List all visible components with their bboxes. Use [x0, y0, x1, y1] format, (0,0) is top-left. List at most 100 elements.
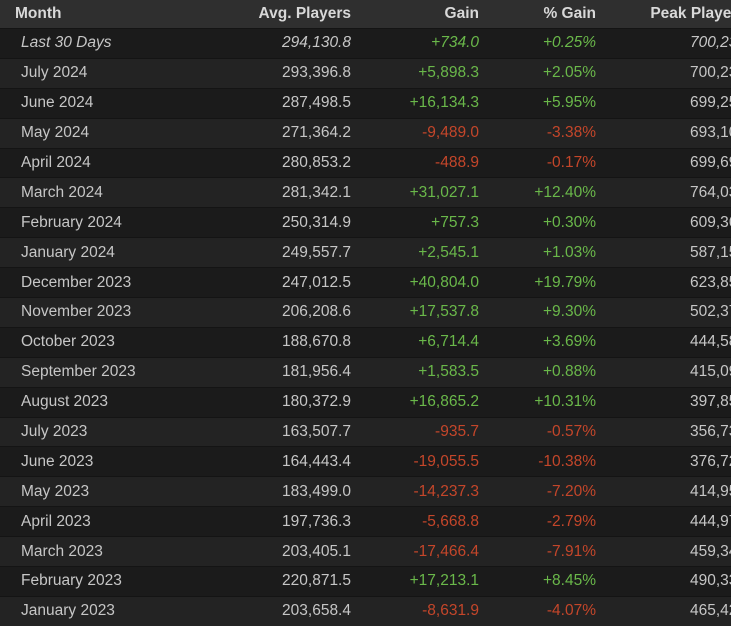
- table-row: January 2023 203,658.4 -8,631.9 -4.07% 465,4…: [0, 595, 731, 626]
- cell-peak-players: 700,235: [596, 57, 731, 89]
- cell-pct-gain: -3.38%: [479, 117, 596, 149]
- cell-month: June 2023: [0, 446, 205, 477]
- cell-avg-players: 287,498.5: [205, 87, 351, 119]
- cell-month: February 2023: [0, 566, 205, 597]
- cell-avg-players: 293,396.8: [205, 57, 351, 89]
- header-gain[interactable]: Gain: [351, 0, 479, 29]
- cell-peak-players: 587,152: [596, 237, 731, 268]
- cell-month: March 2023: [0, 536, 205, 567]
- cell-month: January 2024: [0, 237, 205, 268]
- cell-peak-players: 415,099: [596, 356, 731, 388]
- cell-month: February 2024: [0, 207, 205, 238]
- header-peak-players[interactable]: Peak Players: [596, 0, 731, 29]
- cell-peak-players: 623,852: [596, 267, 731, 298]
- cell-pct-gain: -7.20%: [479, 476, 596, 507]
- table-row: April 2024280,853.2-488.9-0.17%699,697: [0, 147, 731, 178]
- cell-gain: +6,714.4: [351, 326, 479, 358]
- cell-avg-players: 188,670.8: [205, 326, 351, 358]
- cell-avg-players: 280,853.2: [205, 147, 351, 178]
- cell-gain: +17,213.1: [351, 566, 479, 597]
- cell-gain: -9,489.0: [351, 117, 479, 149]
- cell-pct-gain: +8.45%: [479, 566, 596, 597]
- cell-pct-gain: +10.31%: [479, 386, 596, 418]
- cell-pct-gain: +3.69%: [479, 326, 596, 358]
- cell-gain: -5,668.8: [351, 506, 479, 537]
- cell-pct-gain: -4.07%: [479, 595, 596, 626]
- cell-pct-gain: +0.88%: [479, 356, 596, 388]
- cell-avg-players: 203,658.4: [205, 595, 351, 626]
- cell-month: Last 30 Days: [0, 28, 205, 59]
- cell-avg-players: 163,507.7: [205, 416, 351, 447]
- header-pct-gain[interactable]: % Gain: [479, 0, 596, 29]
- cell-gain: +2,545.1: [351, 237, 479, 268]
- cell-peak-players: 444,585: [596, 326, 731, 358]
- cell-month: July 2023: [0, 416, 205, 447]
- cell-avg-players: 203,405.1: [205, 536, 351, 567]
- cell-month: April 2024: [0, 147, 205, 178]
- table-row: June 2023164,443.4-19,055.5-10.38%376,72…: [0, 446, 731, 477]
- table-row: October 2023 188,670.8 +6,714.4 +3.69% 444,5…: [0, 326, 731, 358]
- cell-pct-gain: -0.17%: [479, 147, 596, 178]
- table-row: August 2023 180,372.9 +16,865.2 +10.31% 397,…: [0, 386, 731, 418]
- cell-pct-gain: +12.40%: [479, 177, 596, 208]
- table-row: March 2024 281,342.1 +31,027.1 +12.40% 764,0…: [0, 177, 731, 208]
- cell-peak-players: 699,697: [596, 147, 731, 178]
- cell-avg-players: 271,364.2: [205, 117, 351, 149]
- cell-peak-players: 444,973: [596, 506, 731, 537]
- cell-gain: +40,804.0: [351, 267, 479, 298]
- cell-avg-players: 183,499.0: [205, 476, 351, 507]
- cell-month: May 2023: [0, 476, 205, 507]
- cell-avg-players: 281,342.1: [205, 177, 351, 208]
- cell-peak-players: 502,374: [596, 297, 731, 328]
- cell-gain: -19,055.5: [351, 446, 479, 477]
- cell-peak-players: 465,423: [596, 595, 731, 626]
- cell-pct-gain: +2.05%: [479, 57, 596, 89]
- header-row: Month Avg. Players Gain % Gain Peak Play…: [0, 0, 731, 29]
- table-row: September 2023 181,956.4 +1,583.5 +0.88% 415…: [0, 356, 731, 388]
- cell-gain: +16,865.2: [351, 386, 479, 418]
- cell-gain: -8,631.9: [351, 595, 479, 626]
- player-stats-table: Month Avg. Players Gain % Gain Peak Play…: [0, 0, 731, 626]
- cell-gain: -17,466.4: [351, 536, 479, 567]
- cell-avg-players: 206,208.6: [205, 297, 351, 328]
- cell-month: November 2023: [0, 297, 205, 328]
- cell-peak-players: 356,738: [596, 416, 731, 447]
- cell-avg-players: 247,012.5: [205, 267, 351, 298]
- cell-month: January 2023: [0, 595, 205, 626]
- table-header: Month Avg. Players Gain % Gain Peak Play…: [0, 0, 731, 29]
- cell-peak-players: 764,034: [596, 177, 731, 208]
- cell-pct-gain: +0.25%: [479, 28, 596, 59]
- cell-avg-players: 180,372.9: [205, 386, 351, 418]
- cell-pct-gain: +9.30%: [479, 297, 596, 328]
- cell-month: October 2023: [0, 326, 205, 358]
- cell-month: December 2023: [0, 267, 205, 298]
- cell-gain: +5,898.3: [351, 57, 479, 89]
- header-avg-players[interactable]: Avg. Players: [205, 0, 351, 29]
- table-row: July 2024293,396.8+5,898.3+2.05%700,235: [0, 57, 731, 89]
- cell-pct-gain: +5.95%: [479, 87, 596, 119]
- cell-avg-players: 249,557.7: [205, 237, 351, 268]
- table-row: February 2023 220,871.5 +17,213.1 +8.45% 490…: [0, 566, 731, 597]
- cell-pct-gain: -2.79%: [479, 506, 596, 537]
- header-month[interactable]: Month: [0, 0, 205, 29]
- cell-month: May 2024: [0, 117, 205, 149]
- cell-avg-players: 220,871.5: [205, 566, 351, 597]
- cell-month: June 2024: [0, 87, 205, 119]
- table-row: December 2023 247,012.5 +40,804.0 +19.79% 62…: [0, 267, 731, 298]
- cell-peak-players: 693,105: [596, 117, 731, 149]
- cell-peak-players: 699,256: [596, 87, 731, 119]
- table-row: May 2023183,499.0-14,237.3-7.20%414,957: [0, 476, 731, 507]
- cell-month: July 2024: [0, 57, 205, 89]
- cell-avg-players: 294,130.8: [205, 28, 351, 59]
- table-row: Last 30 Days294,130.8+734.0+0.25%700,235: [0, 28, 731, 59]
- cell-avg-players: 250,314.9: [205, 207, 351, 238]
- cell-peak-players: 397,857: [596, 386, 731, 418]
- cell-gain: -935.7: [351, 416, 479, 447]
- cell-month: September 2023: [0, 356, 205, 388]
- cell-avg-players: 181,956.4: [205, 356, 351, 388]
- cell-pct-gain: -7.91%: [479, 536, 596, 567]
- table-row: November 2023 206,208.6 +17,537.8 +9.30% 502…: [0, 297, 731, 328]
- cell-pct-gain: +0.30%: [479, 207, 596, 238]
- table-row: February 2024250,314.9+757.3+0.30%609,36…: [0, 207, 731, 238]
- cell-peak-players: 700,235: [596, 28, 731, 59]
